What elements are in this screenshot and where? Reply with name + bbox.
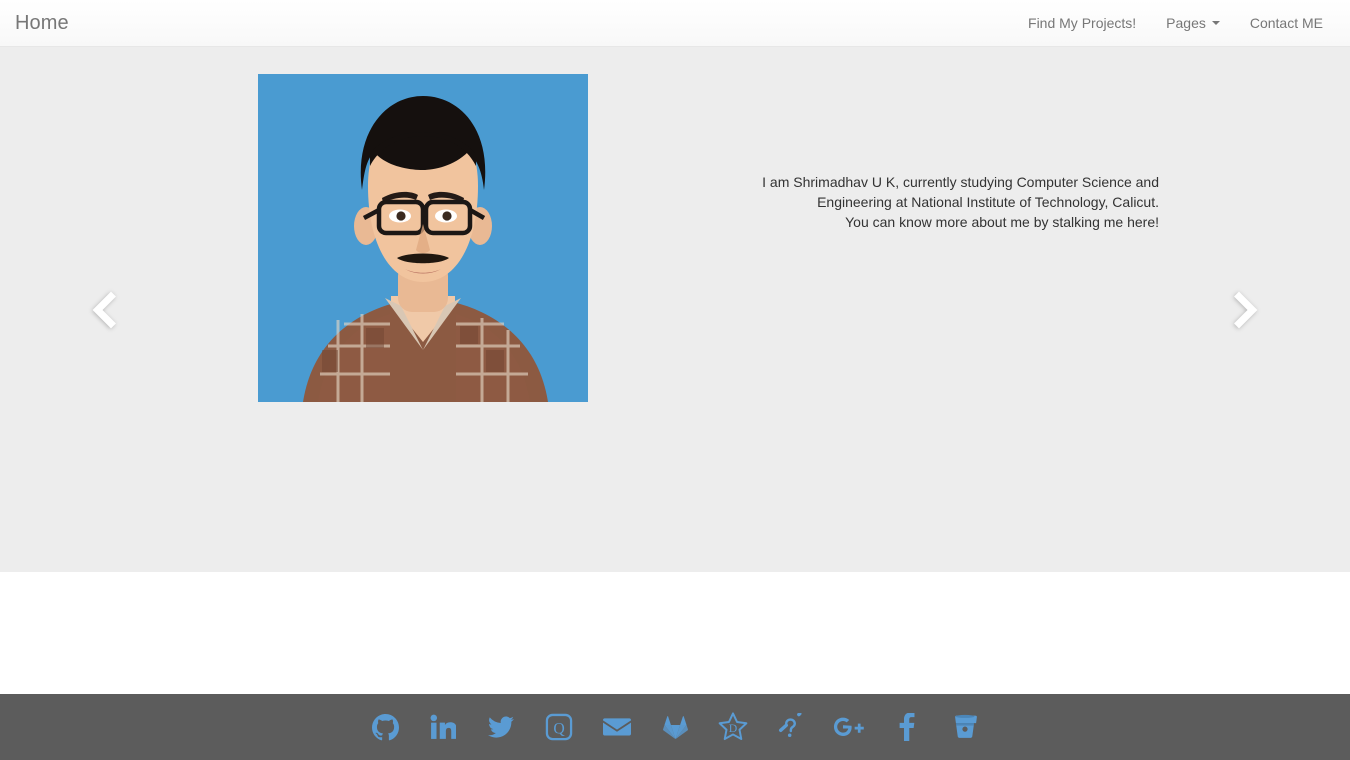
caption-line: You can know more about me by stalking m… [845, 214, 1159, 230]
carousel-prev-button[interactable]: Previous [0, 47, 203, 572]
facebook-icon [899, 713, 915, 741]
social-link-bitbucket[interactable]: Bitbucket [949, 708, 981, 746]
nav-link-label: Contact ME [1249, 15, 1323, 31]
nav-link-label: Pages [1166, 15, 1206, 31]
assistive-listening-systems-icon [778, 713, 802, 737]
carousel-next-button[interactable]: Next [1148, 47, 1350, 572]
social-link-google-plus[interactable]: Google Plus [833, 708, 865, 746]
caption-line: I am Shrimadhav U K, currently studying … [762, 174, 1159, 190]
chevron-down-icon [1211, 21, 1220, 25]
social-link-deviantart[interactable]: D DeviantArt [717, 708, 749, 746]
chevron-right-icon [1220, 291, 1258, 328]
footer: GitHub LinkedIn Twitter Q Quora [0, 694, 1350, 760]
deviantart-icon: D [718, 712, 748, 741]
nav-link-contact-me[interactable]: Contact ME [1235, 0, 1338, 46]
social-links: GitHub LinkedIn Twitter Q Quora [0, 694, 1350, 760]
social-link-facebook[interactable]: Facebook [891, 708, 923, 746]
social-link-email[interactable]: Email [601, 708, 633, 746]
github-icon [371, 713, 399, 740]
nav-link-find-my-projects[interactable]: Find My Projects! [1013, 0, 1151, 46]
nav-link-pages[interactable]: Pages [1151, 0, 1235, 46]
slide-caption: I am Shrimadhav U K, currently studying … [700, 172, 1159, 232]
social-link-assistive-listening[interactable]: Assistive Listening Systems [775, 708, 807, 746]
social-link-linkedin[interactable]: LinkedIn [427, 708, 459, 746]
gitlab-icon [662, 715, 688, 739]
svg-text:D: D [729, 722, 738, 735]
caption-line: Engineering at National Institute of Tec… [817, 194, 1159, 210]
twitter-icon [488, 716, 514, 738]
social-link-github[interactable]: GitHub [369, 708, 401, 746]
carousel: I am Shrimadhav U K, currently studying … [0, 47, 1350, 572]
svg-text:Q: Q [553, 720, 565, 737]
profile-photo [258, 74, 588, 402]
social-link-quora[interactable]: Q Quora [543, 708, 575, 746]
chevron-left-icon [92, 291, 130, 328]
social-link-gitlab[interactable]: GitLab [659, 708, 691, 746]
quora-icon: Q [545, 713, 573, 741]
navbar-brand-home[interactable]: Home [0, 0, 84, 46]
bitbucket-icon [954, 714, 977, 738]
navbar-links: Find My Projects! Pages Contact ME [1013, 0, 1350, 46]
envelope-icon [603, 718, 631, 736]
google-plus-icon [833, 717, 864, 737]
social-link-twitter[interactable]: Twitter [485, 708, 517, 746]
navbar: Home Find My Projects! Pages Contact ME [0, 0, 1350, 47]
nav-link-label: Find My Projects! [1028, 15, 1137, 31]
linkedin-icon [430, 714, 456, 739]
